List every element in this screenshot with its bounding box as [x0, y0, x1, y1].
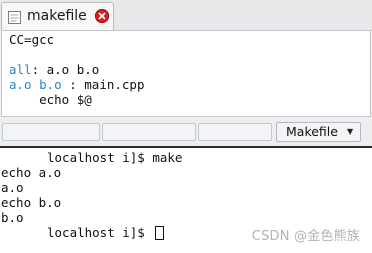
terminal-line: localhost i]$	[1, 225, 182, 240]
terminal-cursor	[155, 226, 165, 240]
tab-makefile[interactable]: makefile	[1, 2, 114, 30]
terminal-line-text: echo a.o	[1, 165, 62, 180]
terminal-line: a.o	[1, 180, 182, 195]
terminal-line: echo b.o	[1, 195, 182, 210]
make-target-token: all	[9, 62, 32, 77]
terminal-line: localhost i]$ make	[1, 150, 182, 165]
status-cell-position	[2, 123, 100, 141]
terminal-line-text: echo b.o	[1, 195, 62, 210]
code-line: all: a.o b.o	[9, 62, 144, 77]
tab-label: makefile	[27, 8, 87, 24]
terminal-line-text: a.o	[1, 180, 24, 195]
code-line: CC=gcc	[9, 32, 144, 47]
close-icon[interactable]	[95, 9, 109, 23]
code-line: echo $@	[9, 92, 144, 107]
tab-bar: makefile	[0, 0, 372, 30]
code-token: : a.o b.o	[31, 62, 100, 77]
terminal-line-text: b.o	[1, 210, 24, 225]
code-editor[interactable]: CC=gcc all: a.o b.o a.o b.o : main.cpp ech…	[1, 30, 371, 117]
code-line: a.o b.o : main.cpp	[9, 77, 144, 92]
document-icon	[8, 9, 21, 24]
redacted-prompt-prefix	[1, 150, 47, 165]
terminal-line: echo a.o	[1, 165, 182, 180]
make-target-token: a.o b.o	[9, 77, 62, 92]
status-bar: Makefile ▼	[0, 118, 372, 146]
editor-window: makefile CC=gcc all: a.o b.o a.o b.o : mai…	[0, 0, 372, 146]
status-cell-mode	[198, 123, 272, 141]
code-token: echo $@	[9, 92, 92, 107]
terminal-line-text: localhost i]$	[47, 225, 153, 240]
terminal-output: localhost i]$ make echo a.o a.o echo b.o b.o…	[1, 150, 182, 240]
code-token: : main.cpp	[61, 77, 145, 92]
caret-down-icon: ▼	[347, 127, 354, 136]
terminal-line: b.o	[1, 210, 182, 225]
language-selector[interactable]: Makefile ▼	[276, 122, 361, 142]
code-token: CC=gcc	[9, 32, 55, 47]
code-content: CC=gcc all: a.o b.o a.o b.o : main.cpp ech…	[9, 32, 144, 107]
terminal-line-text: localhost i]$ make	[47, 150, 183, 165]
language-label: Makefile	[286, 124, 338, 139]
redacted-prompt-prefix	[1, 225, 47, 240]
status-cell-info	[102, 123, 196, 141]
watermark: CSDN @金色熊族	[251, 229, 360, 244]
